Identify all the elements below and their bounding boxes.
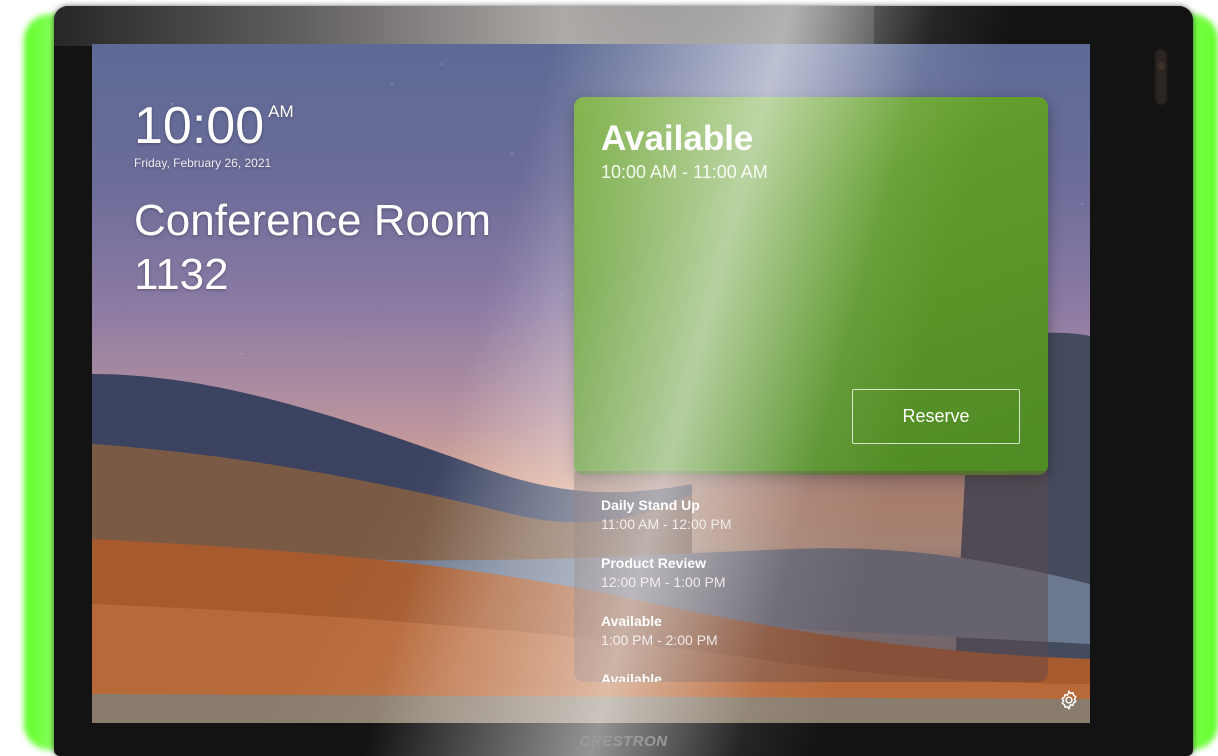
gear-icon[interactable] xyxy=(1058,689,1080,711)
availability-card: Available 10:00 AM - 11:00 AM Reserve xyxy=(574,97,1048,475)
room-name-line2: 1132 xyxy=(134,250,229,299)
schedule-item-title: Available xyxy=(601,613,662,629)
clock-date: Friday, February 26, 2021 xyxy=(134,156,272,170)
reserve-button[interactable]: Reserve xyxy=(852,389,1020,444)
schedule-item-title: Product Review xyxy=(601,555,707,571)
schedule-item-time: 1:00 PM - 2:00 PM xyxy=(601,632,718,648)
schedule-item[interactable]: Available 1:00 PM - 2:00 PM xyxy=(601,613,718,648)
clock-ampm: AM xyxy=(268,102,294,121)
screen: 10:00 AM Friday, February 26, 2021 Confer… xyxy=(92,44,1090,723)
schedule-item[interactable]: Product Review 12:00 PM - 1:00 PM xyxy=(601,555,726,590)
clock-time: 10:00 xyxy=(134,97,265,155)
proximity-sensor xyxy=(1154,48,1168,106)
room-name-line1: Conference Room xyxy=(134,196,492,245)
schedule-item[interactable]: Daily Stand Up 11:00 AM - 12:00 PM xyxy=(601,497,731,532)
schedule-item-title: Daily Stand Up xyxy=(601,497,700,513)
brand-logo: CRESTRON xyxy=(579,733,668,750)
schedule-item-title: Available xyxy=(601,671,662,682)
touch-panel: 10:00 AM Friday, February 26, 2021 Confer… xyxy=(54,6,1193,756)
schedule-item[interactable]: Available xyxy=(601,671,662,682)
status-title: Available xyxy=(601,119,754,158)
schedule-item-time: 12:00 PM - 1:00 PM xyxy=(601,574,726,590)
schedule-list[interactable]: Daily Stand Up 11:00 AM - 12:00 PM Produ… xyxy=(574,471,1048,682)
room-name: Conference Room 1132 xyxy=(134,194,554,302)
bezel-reflection xyxy=(54,6,874,46)
clock: 10:00 AM Friday, February 26, 2021 xyxy=(134,97,294,170)
status-time-range: 10:00 AM - 11:00 AM xyxy=(601,162,768,182)
schedule-item-time: 11:00 AM - 12:00 PM xyxy=(601,516,732,532)
